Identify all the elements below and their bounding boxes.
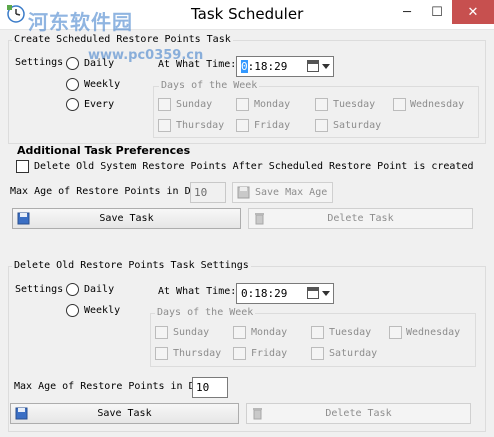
create-sunday-checkbox[interactable]: [158, 98, 171, 111]
minimize-button[interactable]: ─: [392, 0, 422, 24]
delete-friday-label: Friday: [251, 348, 288, 359]
delete-wednesday-label: Wednesday: [406, 327, 461, 338]
create-days-group-title: Days of the Week: [159, 80, 260, 91]
create-time-label: At What Time:: [158, 59, 237, 70]
create-sunday-label: Sunday: [176, 99, 213, 110]
create-every-label: Every: [84, 99, 115, 110]
save-max-age-label: Save Max Age: [255, 187, 328, 198]
max-age-label: Max Age of Restore Points in D: [10, 186, 191, 197]
delete-days-group-title: Days of the Week: [155, 307, 256, 318]
create-weekly-label: Weekly: [84, 79, 121, 90]
create-saturday-label: Saturday: [333, 120, 382, 131]
create-task-group-title: Create Scheduled Restore Points Task: [12, 34, 233, 45]
create-daily-radio[interactable]: [66, 57, 79, 70]
delete-time-picker[interactable]: 0:18:29: [236, 283, 334, 304]
close-button[interactable]: ✕: [452, 0, 494, 24]
delete-section-save-task-label: Save Task: [97, 408, 152, 419]
create-wednesday-checkbox[interactable]: [393, 98, 406, 111]
delete-saturday-checkbox[interactable]: [311, 347, 324, 360]
delete-daily-radio[interactable]: [66, 283, 79, 296]
delete-monday-label: Monday: [251, 327, 288, 338]
delete-friday-checkbox[interactable]: [233, 347, 246, 360]
time-hour-selected: 0: [241, 60, 248, 73]
save-icon: [237, 186, 250, 199]
delete-wednesday-checkbox[interactable]: [389, 326, 402, 339]
delete-max-age-input[interactable]: 10: [192, 377, 228, 398]
delete-thursday-label: Thursday: [173, 348, 222, 359]
create-every-radio[interactable]: [66, 98, 79, 111]
delete-weekly-radio[interactable]: [66, 304, 79, 317]
save-task-label: Save Task: [99, 213, 154, 224]
delete-settings-label: Settings: [15, 284, 64, 295]
delete-section-delete-task-button[interactable]: Delete Task: [246, 403, 471, 424]
delete-daily-label: Daily: [84, 284, 115, 295]
save-max-age-button[interactable]: Save Max Age: [232, 182, 333, 203]
create-tuesday-label: Tuesday: [333, 99, 376, 110]
clock-icon: [7, 5, 25, 23]
delete-sunday-checkbox[interactable]: [155, 326, 168, 339]
delete-sunday-label: Sunday: [173, 327, 210, 338]
create-daily-label: Daily: [84, 58, 115, 69]
create-time-picker[interactable]: 0:18:29: [236, 56, 334, 77]
create-wednesday-label: Wednesday: [410, 99, 465, 110]
delete-monday-checkbox[interactable]: [233, 326, 246, 339]
max-age-input[interactable]: 10: [190, 182, 226, 203]
trash-icon: [253, 408, 262, 420]
delete-max-age-label: Max Age of Restore Points in D: [14, 381, 195, 392]
delete-old-points-checkbox[interactable]: [16, 160, 29, 173]
window-title: Task Scheduler: [191, 5, 304, 23]
create-saturday-checkbox[interactable]: [315, 119, 328, 132]
trash-icon: [255, 213, 264, 225]
chevron-down-icon: [322, 291, 330, 296]
create-monday-checkbox[interactable]: [236, 98, 249, 111]
save-icon: [15, 407, 28, 420]
save-icon: [17, 212, 30, 225]
delete-tuesday-checkbox[interactable]: [311, 326, 324, 339]
delete-time-value: 0:18:29: [241, 287, 288, 300]
create-friday-label: Friday: [254, 120, 291, 131]
create-thursday-checkbox[interactable]: [158, 119, 171, 132]
create-settings-label: Settings: [15, 57, 64, 68]
title-bar: 河东软件园 Task Scheduler ─ ☐ ✕: [0, 0, 494, 34]
delete-task-group-title: Delete Old Restore Points Task Settings: [12, 260, 251, 271]
delete-task-button[interactable]: Delete Task: [248, 208, 473, 229]
create-monday-label: Monday: [254, 99, 291, 110]
additional-preferences-heading: Additional Task Preferences: [17, 144, 191, 157]
delete-time-label: At What Time:: [158, 286, 237, 297]
delete-section-save-task-button[interactable]: Save Task: [10, 403, 239, 424]
calendar-icon: [307, 287, 319, 299]
create-weekly-radio[interactable]: [66, 78, 79, 91]
delete-weekly-label: Weekly: [84, 305, 121, 316]
create-friday-checkbox[interactable]: [236, 119, 249, 132]
time-rest: :18:29: [247, 60, 288, 73]
create-thursday-label: Thursday: [176, 120, 225, 131]
delete-old-points-label: Delete Old System Restore Points After S…: [34, 161, 474, 172]
delete-tuesday-label: Tuesday: [329, 327, 372, 338]
delete-thursday-checkbox[interactable]: [155, 347, 168, 360]
watermark-logo-text: 河东软件园: [28, 10, 133, 34]
delete-task-label: Delete Task: [327, 213, 394, 224]
create-tuesday-checkbox[interactable]: [315, 98, 328, 111]
delete-saturday-label: Saturday: [329, 348, 378, 359]
save-task-button[interactable]: Save Task: [12, 208, 241, 229]
maximize-button[interactable]: ☐: [422, 0, 452, 24]
chevron-down-icon: [322, 64, 330, 69]
delete-section-delete-task-label: Delete Task: [325, 408, 392, 419]
calendar-icon: [307, 60, 319, 72]
